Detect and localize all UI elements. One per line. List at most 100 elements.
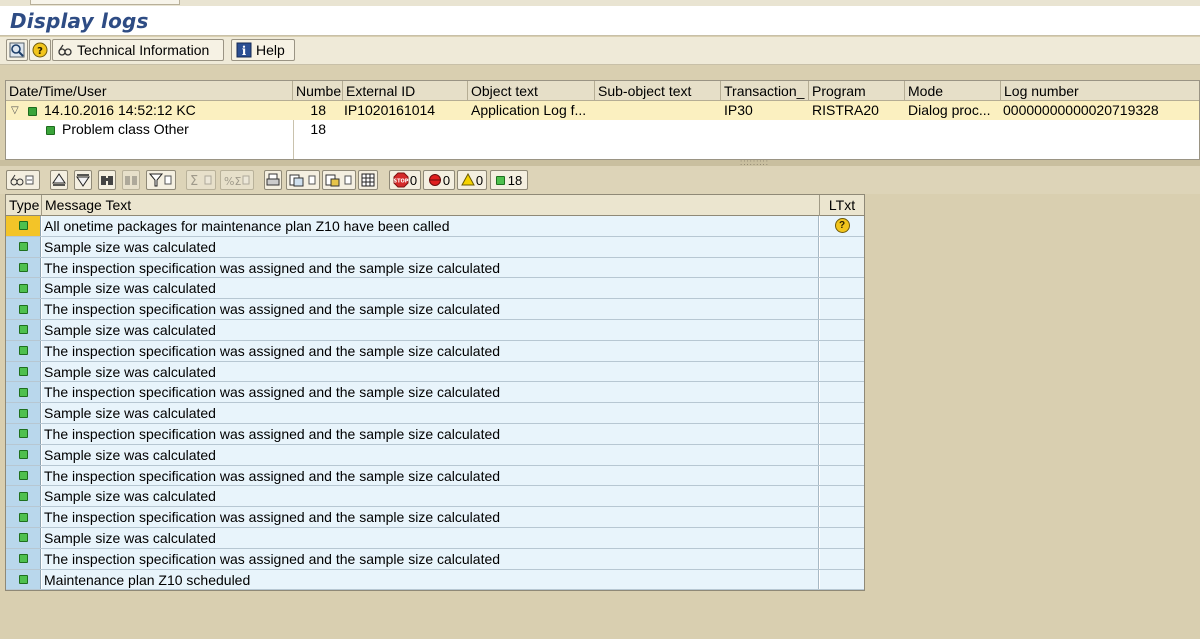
filter-menu-button[interactable] [146,170,176,190]
export-icon [325,174,352,187]
help-button[interactable]: i Help [231,39,295,61]
table-row[interactable]: Sample size was calculated [6,361,864,383]
long-text-help-icon[interactable]: ? [834,218,850,234]
message-type-cell [6,361,41,382]
views-icon [289,174,316,187]
table-row[interactable]: Sample size was calculated [6,278,864,300]
col-mode[interactable]: Mode [905,81,1001,101]
warning-count: 0 [475,172,484,188]
table-row[interactable]: Sample size was calculated [6,444,864,466]
subtotal-icon: %Σ [224,175,250,187]
filter-warning-button[interactable]: 0 [457,170,487,190]
detail-button[interactable] [6,39,28,61]
table-row[interactable]: The inspection specification was assigne… [6,340,864,362]
table-row[interactable]: The inspection specification was assigne… [6,257,864,279]
sort-descending-button[interactable] [74,170,92,190]
col-type[interactable]: Type [6,195,42,216]
sum-menu-button[interactable]: Σ [186,170,216,190]
col-program[interactable]: Program [809,81,905,101]
svg-text:%Σ: %Σ [224,175,241,187]
binoculars-icon [101,176,113,185]
help-label: Help [256,42,285,58]
success-status-icon [18,366,28,376]
col-transaction[interactable]: Transaction_ [721,81,809,101]
success-status-icon [18,283,28,293]
log-row[interactable]: ▽ 14.10.2016 14:52:12 KC 18 IP1020161014… [6,101,1199,120]
message-type-cell [6,216,41,236]
message-type-cell [6,424,41,444]
log-number-value: 00000000000020719328 [1003,102,1159,118]
collapse-triangle-icon[interactable]: ▽ [11,101,25,120]
technical-information-button[interactable]: Technical Information [52,39,224,61]
message-grid-header: Type Message Text LTxt [6,195,864,216]
table-row[interactable]: The inspection specification was assigne… [6,548,864,570]
col-external-id[interactable]: External ID [343,81,468,101]
log-sub-object-text [598,101,718,120]
table-row[interactable]: The inspection specification was assigne… [6,424,864,445]
views-menu-button[interactable] [286,170,320,190]
magnifier-icon [9,42,25,58]
alv-toolbar: Σ %Σ STOP 0 0 0 18 [0,166,1200,194]
problem-class-row[interactable]: Problem class Other 18 [6,120,1199,139]
table-row[interactable]: Sample size was calculated [6,236,864,258]
col-number[interactable]: Numbe [293,81,343,101]
svg-text:Σ: Σ [190,174,198,187]
log-mode: Dialog proc... [908,102,991,118]
svg-text:?: ? [37,46,43,57]
message-type-cell [6,569,41,590]
table-row[interactable]: The inspection specification was assigne… [6,507,864,528]
table-row[interactable]: The inspection specification was assigne… [6,382,864,404]
filter-error-button[interactable]: 0 [423,170,455,190]
message-text-cell: Sample size was calculated [42,236,819,257]
col-date-time-user[interactable]: Date/Time/User [6,81,293,101]
message-type-cell [6,528,41,548]
technical-info-menu-button[interactable] [6,170,40,190]
find-next-button[interactable] [122,170,140,190]
question-bulb-icon: ? [32,42,48,58]
filter-stop-button[interactable]: STOP 0 [389,170,421,190]
message-text-cell: The inspection specification was assigne… [42,299,819,319]
long-text-cell [820,403,864,423]
subtotal-menu-button[interactable]: %Σ [220,170,254,190]
message-type-cell [6,403,41,423]
print-button[interactable] [264,170,282,190]
grid-layout-icon [361,173,375,187]
log-transaction: IP30 [724,102,753,118]
long-text-cell [820,444,864,465]
sort-desc-icon [76,174,90,187]
message-text-cell: All onetime packages for maintenance pla… [42,216,819,236]
table-row[interactable]: Sample size was calculated [6,528,864,549]
col-log-number[interactable]: Log number [1001,81,1200,101]
col-long-text[interactable]: LTxt [820,195,864,216]
table-row[interactable]: The inspection specification was assigne… [6,299,864,320]
message-text-cell: The inspection specification was assigne… [42,340,819,361]
col-message-text[interactable]: Message Text [42,195,820,216]
col-object-text[interactable]: Object text [468,81,595,101]
table-row[interactable]: Sample size was calculated [6,403,864,424]
glasses-icon [58,44,72,56]
long-text-cell [820,340,864,361]
svg-text:STOP: STOP [393,179,408,185]
table-row[interactable]: The inspection specification was assigne… [6,465,864,487]
table-row[interactable]: Maintenance plan Z10 scheduled [6,569,864,591]
long-text-cell[interactable]: ? [820,216,864,236]
sort-ascending-button[interactable] [50,170,68,190]
table-row[interactable]: Sample size was calculated [6,320,864,341]
long-text-cell [820,257,864,278]
table-row[interactable]: Sample size was calculated [6,486,864,508]
table-row[interactable]: All onetime packages for maintenance pla… [6,216,864,237]
log-tree-header: Date/Time/User Numbe External ID Object … [6,81,1199,101]
problem-class-button[interactable]: ? [29,39,51,61]
layout-button[interactable] [358,170,378,190]
long-text-cell [820,486,864,507]
message-type-cell [6,340,41,361]
application-toolbar: ? Technical Information i Help [0,37,1200,65]
filter-success-button[interactable]: 18 [490,170,528,190]
find-button[interactable] [98,170,116,190]
problem-class-count: 18 [310,121,326,137]
message-type-cell [6,257,41,278]
export-menu-button[interactable] [322,170,356,190]
binoculars-next-icon [125,176,137,185]
col-sub-object-text[interactable]: Sub-object text [595,81,721,101]
message-text-cell: Maintenance plan Z10 scheduled [42,569,819,590]
